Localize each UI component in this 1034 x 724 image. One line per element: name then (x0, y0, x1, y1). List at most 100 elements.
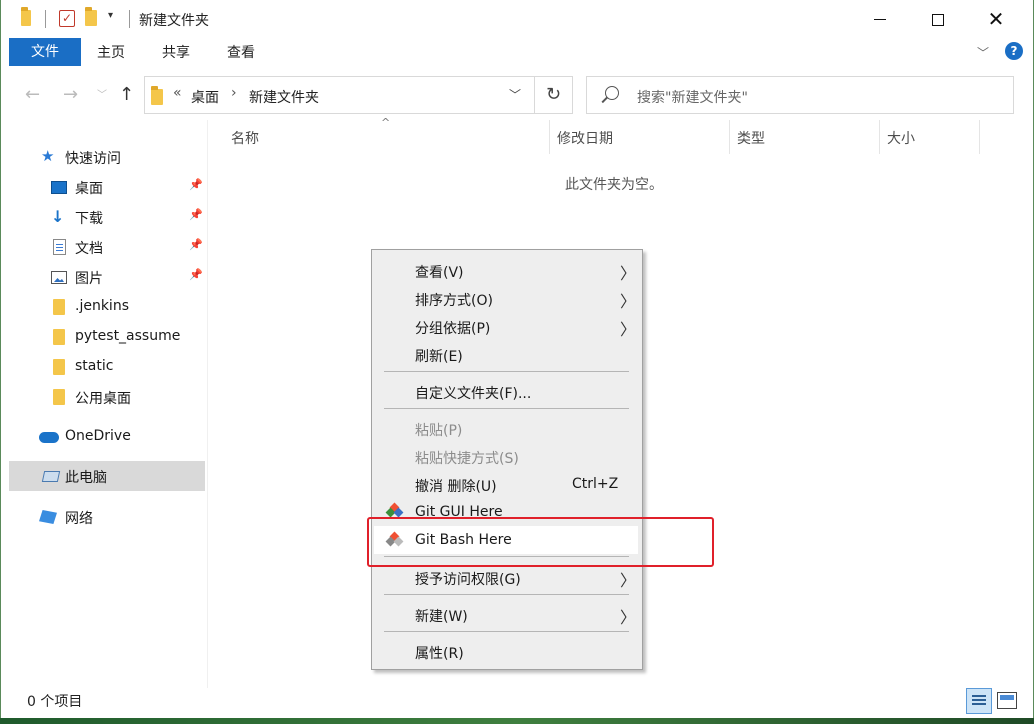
sidebar-item-desktop[interactable]: 桌面 📌 (9, 172, 205, 202)
column-divider[interactable] (879, 120, 880, 154)
highlight-annotation-box (367, 517, 714, 567)
document-icon (53, 239, 66, 255)
sidebar-item-public-desktop[interactable]: 公用桌面 (9, 382, 205, 412)
sidebar-item-downloads[interactable]: ↓ 下载 📌 (9, 202, 205, 232)
ribbon-tabs: 文件 主页 共享 查看 ﹀ ? (1, 38, 1033, 68)
pin-icon: 📌 (189, 238, 203, 251)
menu-item-label: 查看(V) (415, 265, 464, 281)
search-box[interactable]: 搜索"新建文件夹" (586, 76, 1014, 114)
column-divider[interactable] (979, 120, 980, 154)
sidebar-item-jenkins[interactable]: .jenkins (9, 292, 205, 322)
maximize-icon (932, 13, 944, 26)
column-divider[interactable] (549, 120, 550, 154)
column-header-name[interactable]: 名称 (231, 128, 259, 148)
folder-icon (53, 359, 65, 375)
refresh-icon: ↻ (545, 84, 562, 105)
sidebar-item-label: 文档 (75, 241, 103, 257)
menu-item-give-access[interactable]: 授予访问权限(G) 〉 (374, 563, 640, 591)
column-header-date[interactable]: 修改日期 (557, 128, 613, 148)
sidebar-item-label: 网络 (65, 511, 93, 527)
empty-folder-message: 此文件夹为空。 (565, 177, 663, 193)
folder-icon (53, 389, 65, 405)
breadcrumb-current-folder[interactable]: 新建文件夹 (249, 87, 319, 107)
back-arrow-icon[interactable]: ← (25, 84, 40, 105)
menu-item-sort-by[interactable]: 排序方式(O) 〉 (374, 284, 640, 312)
pin-icon: 📌 (189, 208, 203, 221)
column-header-type[interactable]: 类型 (737, 128, 765, 148)
column-header-size[interactable]: 大小 (887, 128, 915, 148)
maximize-button[interactable] (909, 0, 967, 38)
title-separator (129, 10, 130, 28)
sidebar-item-label: static (75, 358, 114, 374)
refresh-button[interactable]: ↻ (535, 76, 573, 114)
tab-share[interactable]: 共享 (162, 38, 190, 66)
window-title: 新建文件夹 (139, 13, 209, 29)
tab-view[interactable]: 查看 (227, 38, 255, 66)
sidebar-item-documents[interactable]: 文档 📌 (9, 232, 205, 262)
menu-item-customize-folder[interactable]: 自定义文件夹(F)... (374, 377, 640, 405)
menu-item-properties[interactable]: 属性(R) (374, 637, 640, 665)
close-icon: ✕ (987, 7, 1005, 31)
sidebar-item-label: OneDrive (65, 428, 131, 444)
tab-home[interactable]: 主页 (97, 38, 125, 66)
navigation-pane: ★ 快速访问 桌面 📌 ↓ 下载 📌 文档 📌 图片 📌 .jenkins py… (1, 120, 207, 690)
details-view-button[interactable] (966, 688, 992, 714)
sidebar-item-pytest-assume[interactable]: pytest_assume (9, 322, 205, 352)
menu-item-label: 粘贴快捷方式(S) (415, 451, 519, 467)
folder-icon (151, 86, 163, 105)
forward-arrow-icon[interactable]: → (63, 84, 78, 105)
menu-item-label: 自定义文件夹(F)... (415, 386, 532, 402)
pictures-icon (51, 271, 67, 284)
download-icon: ↓ (51, 207, 65, 226)
sidebar-item-onedrive[interactable]: OneDrive (9, 422, 205, 452)
properties-check-icon[interactable]: ✓ (59, 10, 75, 27)
minimize-button[interactable] (851, 0, 909, 38)
folder-icon (53, 299, 65, 315)
up-arrow-icon[interactable]: ↑ (119, 84, 134, 105)
close-button[interactable]: ✕ (967, 0, 1025, 38)
large-icons-view-button[interactable] (997, 692, 1017, 709)
menu-item-label: 分组依据(P) (415, 321, 491, 337)
chevron-right-icon: 〉 (620, 292, 637, 311)
menu-item-refresh[interactable]: 刷新(E) (374, 340, 640, 368)
title-bar[interactable]: ✓ ▾ 新建文件夹 ✕ (1, 0, 1033, 38)
sidebar-item-label: pytest_assume (75, 328, 181, 344)
sidebar-item-quick-access[interactable]: ★ 快速访问 (9, 142, 205, 172)
sidebar-item-static[interactable]: static (9, 352, 205, 382)
pin-icon: 📌 (189, 268, 203, 281)
menu-item-label: 刷新(E) (415, 349, 463, 365)
ribbon-expand-chevron-icon[interactable]: ﹀ (977, 44, 989, 61)
menu-item-label: 授予访问权限(G) (415, 572, 521, 588)
chevron-right-icon: 〉 (620, 571, 637, 590)
chevron-right-icon: 〉 (620, 264, 637, 283)
sidebar-item-label: 此电脑 (65, 470, 107, 486)
menu-separator (384, 408, 629, 409)
menu-item-undo-delete[interactable]: 撤消 删除(U) Ctrl+Z (374, 470, 640, 498)
sidebar-item-network[interactable]: 网络 (9, 502, 205, 532)
column-divider[interactable] (729, 120, 730, 154)
breadcrumb-desktop[interactable]: 桌面 (191, 87, 219, 107)
breadcrumb-overflow[interactable]: « (173, 85, 182, 101)
help-icon[interactable]: ? (1005, 42, 1023, 60)
menu-item-group-by[interactable]: 分组依据(P) 〉 (374, 312, 640, 340)
navigation-bar: ← → ﹀ ↑ « 桌面 › 新建文件夹 ﹀ ↻ 搜索"新建文件夹" (1, 72, 1033, 116)
search-placeholder: 搜索"新建文件夹" (637, 90, 748, 106)
menu-item-paste: 粘贴(P) (374, 414, 640, 442)
sidebar-item-label: 公用桌面 (75, 391, 131, 407)
sidebar-item-label: 图片 (75, 271, 103, 287)
sidebar-item-this-pc[interactable]: 此电脑 (9, 461, 205, 491)
menu-item-view[interactable]: 查看(V) 〉 (374, 256, 640, 284)
recent-locations-chevron-icon[interactable]: ﹀ (97, 86, 107, 101)
breadcrumb-separator[interactable]: › (231, 85, 237, 101)
menu-item-label: 粘贴(P) (415, 423, 463, 439)
menu-item-new[interactable]: 新建(W) 〉 (374, 600, 640, 628)
new-folder-icon[interactable] (85, 7, 97, 26)
address-history-chevron-icon[interactable]: ﹀ (509, 86, 521, 103)
address-bar[interactable]: « 桌面 › 新建文件夹 (144, 76, 535, 114)
context-menu: 查看(V) 〉 排序方式(O) 〉 分组依据(P) 〉 刷新(E) 自定义文件夹… (371, 249, 643, 670)
customize-qat-dropdown-icon[interactable]: ▾ (108, 10, 113, 21)
tab-file[interactable]: 文件 (9, 38, 81, 66)
menu-item-label: 撤消 删除(U) (415, 479, 497, 495)
sidebar-item-pictures[interactable]: 图片 📌 (9, 262, 205, 292)
cloud-icon (39, 432, 59, 443)
